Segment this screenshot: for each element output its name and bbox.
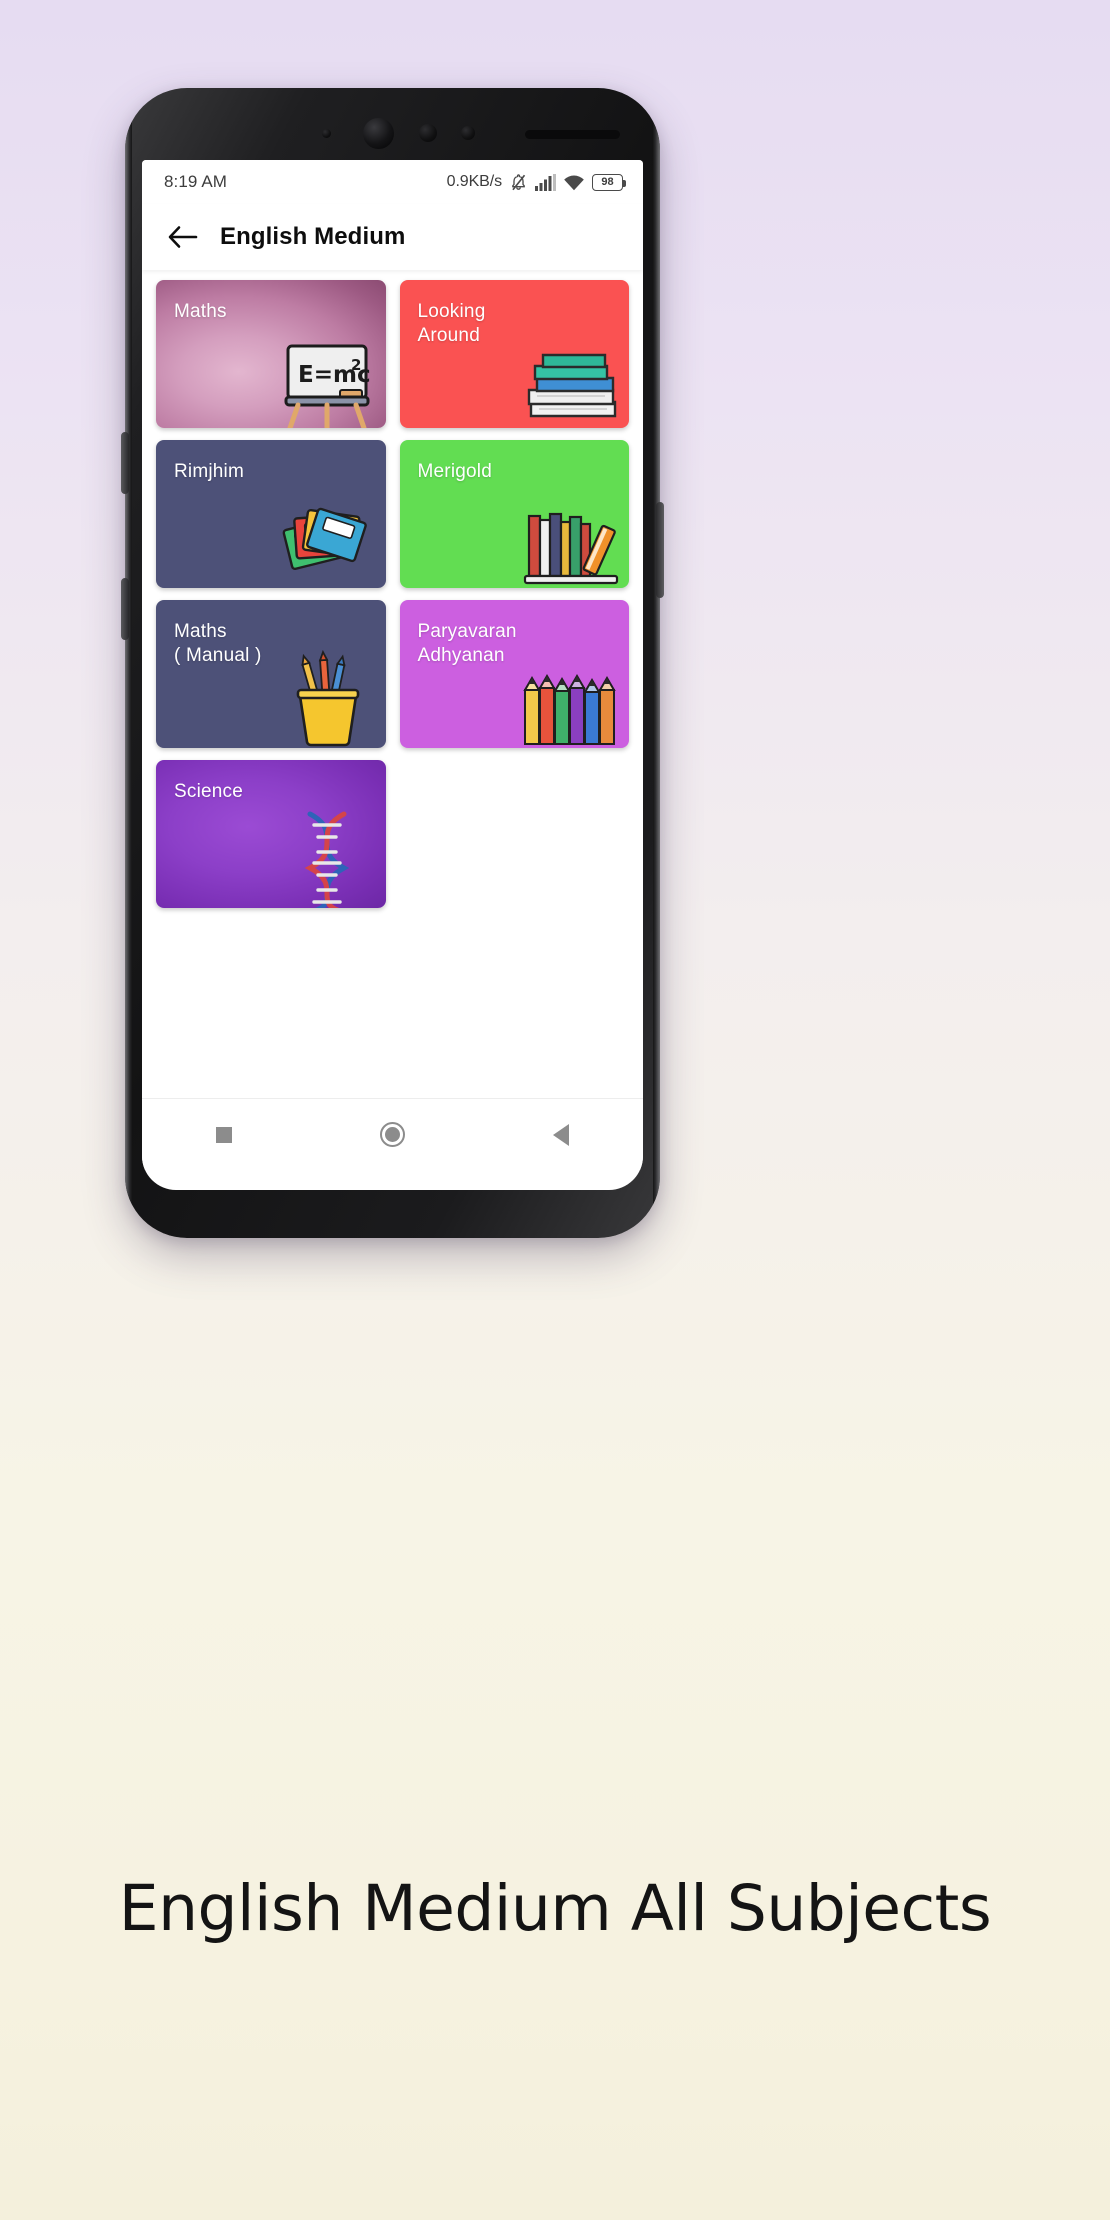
notebooks-icon — [274, 484, 382, 588]
back-arrow-icon[interactable] — [168, 224, 198, 250]
subject-card-label: Merigold — [417, 461, 492, 482]
status-icons: 0.9KB/s 98 — [446, 173, 626, 192]
battery-icon: 98 — [592, 173, 626, 191]
sensor-icon — [322, 129, 331, 138]
signal-bars-icon — [535, 173, 556, 191]
home-circle-icon[interactable] — [380, 1122, 405, 1147]
back-triangle-icon[interactable] — [553, 1123, 569, 1146]
page-title: English Medium — [220, 223, 406, 250]
volume-up-button[interactable] — [121, 432, 129, 494]
pencil-cup-icon — [274, 644, 382, 748]
promo-caption: English Medium All Subjects — [118, 1872, 992, 1945]
front-camera-icon — [363, 118, 394, 149]
dna-helix-icon — [274, 804, 382, 908]
earpiece-speaker — [525, 130, 620, 139]
status-time: 8:19 AM — [164, 172, 228, 191]
subject-card-label: Science — [174, 781, 243, 802]
bell-muted-icon — [509, 173, 528, 192]
subject-card-rimjhim[interactable]: Rimjhim — [156, 440, 386, 588]
stacked-books-icon — [517, 324, 625, 428]
subject-card-paryavaran-adhyanan[interactable]: Paryavaran Adhyanan — [399, 600, 629, 748]
bookshelf-icon — [517, 484, 625, 588]
network-speed-text: 0.9KB/s — [446, 173, 502, 190]
status-bar: 8:19 AM 0.9KB/s 98 — [142, 160, 643, 204]
power-button[interactable] — [656, 502, 664, 598]
subject-card-label: Maths — [174, 301, 227, 322]
recents-square-icon[interactable] — [216, 1126, 232, 1143]
subject-card-maths-manual[interactable]: Maths ( Manual ) — [156, 600, 386, 748]
phone-mockup: 8:19 AM 0.9KB/s 98 English Medium Maths … — [121, 88, 664, 1238]
subject-card-looking-around[interactable]: Looking Around — [399, 280, 629, 428]
blackboard-emc2-icon: E=mc 2 — [274, 324, 382, 428]
subject-card-merigold[interactable]: Merigold — [399, 440, 629, 588]
subject-card-science[interactable]: Science — [156, 760, 386, 908]
subjects-content: Maths E=mc 2 Looking Around Rimjhim Meri… — [142, 270, 643, 1098]
app-bar: English Medium — [142, 204, 643, 270]
android-nav-bar — [142, 1098, 643, 1170]
colored-pencils-icon — [517, 644, 625, 748]
subject-card-maths[interactable]: Maths E=mc 2 — [156, 280, 386, 428]
phone-top-bezel — [125, 88, 660, 160]
phone-screen: 8:19 AM 0.9KB/s 98 English Medium Maths … — [142, 160, 643, 1190]
battery-level: 98 — [601, 175, 614, 188]
proximity-sensor-icon — [419, 124, 437, 142]
subject-card-label: Rimjhim — [174, 461, 245, 482]
light-sensor-icon — [461, 126, 475, 140]
svg-text:2: 2 — [351, 356, 361, 374]
volume-down-button[interactable] — [121, 578, 129, 640]
wifi-icon — [563, 174, 585, 191]
subjects-grid: Maths E=mc 2 Looking Around Rimjhim Meri… — [156, 280, 629, 908]
